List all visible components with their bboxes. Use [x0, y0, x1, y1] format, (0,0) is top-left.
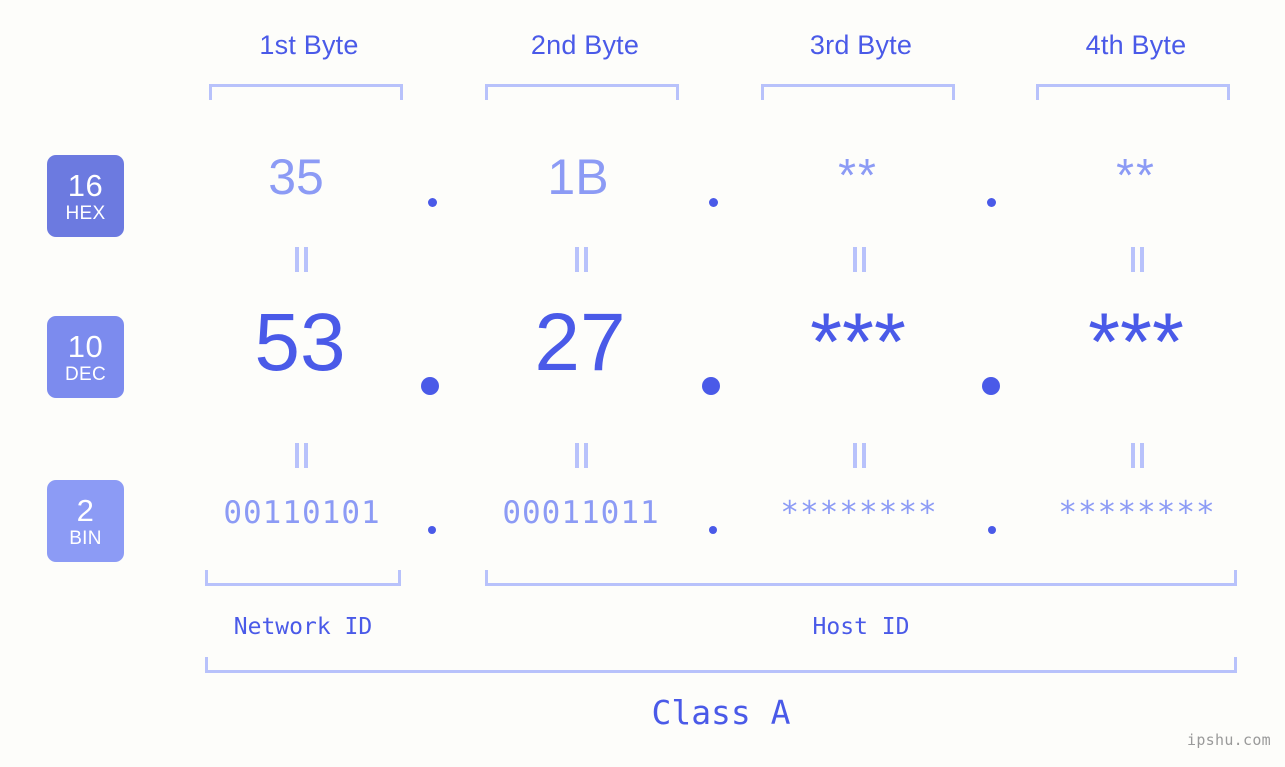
- base-badge-hex-name: HEX: [65, 202, 106, 224]
- base-badge-hex-number: 16: [67, 167, 104, 203]
- dec-separator-dot-3: [982, 377, 1000, 395]
- dec-value-byte-2: 27: [534, 297, 626, 388]
- equals-connector-hex-dec-1: [294, 247, 309, 272]
- hex-value-byte-4: **: [1116, 149, 1156, 201]
- base-badge-bin: 2 BIN: [47, 480, 124, 562]
- byte-bracket-1: [209, 84, 403, 100]
- dec-value-byte-4: ***: [1088, 297, 1184, 388]
- byte-bracket-2: [485, 84, 679, 100]
- base-badge-dec: 10 DEC: [47, 316, 124, 398]
- host-id-label: Host ID: [812, 614, 910, 640]
- hex-value-byte-2: 1B: [547, 149, 609, 205]
- hex-separator-dot-3: [987, 198, 996, 207]
- hex-separator-dot-1: [428, 198, 437, 207]
- dec-value-byte-1: 53: [254, 297, 346, 388]
- hex-separator-dot-2: [709, 198, 718, 207]
- network-id-bracket: [205, 570, 401, 586]
- class-label: Class A: [651, 693, 791, 732]
- equals-connector-dec-bin-4: [1130, 443, 1145, 468]
- equals-connector-dec-bin-1: [294, 443, 309, 468]
- bin-value-byte-2: 00011011: [502, 495, 660, 531]
- equals-connector-dec-bin-3: [852, 443, 867, 468]
- equals-connector-hex-dec-2: [574, 247, 589, 272]
- bin-value-byte-4: ********: [1058, 495, 1216, 531]
- byte-header-1: 1st Byte: [259, 30, 359, 60]
- host-id-bracket: [485, 570, 1237, 586]
- network-id-label: Network ID: [233, 614, 373, 640]
- byte-header-3: 3rd Byte: [809, 30, 913, 60]
- equals-connector-hex-dec-4: [1130, 247, 1145, 272]
- byte-header-4: 4th Byte: [1085, 30, 1187, 60]
- base-badge-bin-name: BIN: [69, 527, 102, 549]
- dec-separator-dot-1: [421, 377, 439, 395]
- bin-separator-dot-3: [988, 526, 996, 534]
- base-badge-bin-number: 2: [76, 492, 95, 528]
- bin-separator-dot-2: [709, 526, 717, 534]
- class-bracket: [205, 657, 1237, 673]
- equals-connector-hex-dec-3: [852, 247, 867, 272]
- hex-value-byte-1: 35: [268, 149, 324, 205]
- dec-separator-dot-2: [702, 377, 720, 395]
- dec-value-byte-3: ***: [810, 297, 906, 388]
- site-watermark: ipshu.com: [1187, 731, 1271, 749]
- byte-bracket-4: [1036, 84, 1230, 100]
- equals-connector-dec-bin-2: [574, 443, 589, 468]
- hex-value-byte-3: **: [838, 149, 878, 201]
- base-badge-hex: 16 HEX: [47, 155, 124, 237]
- byte-header-2: 2nd Byte: [530, 30, 640, 60]
- bin-value-byte-3: ********: [780, 495, 938, 531]
- byte-bracket-3: [761, 84, 955, 100]
- bin-separator-dot-1: [428, 526, 436, 534]
- ip-breakdown-diagram: 1st Byte 2nd Byte 3rd Byte 4th Byte 16 H…: [0, 0, 1285, 767]
- base-badge-dec-number: 10: [67, 328, 104, 364]
- bin-value-byte-1: 00110101: [223, 495, 381, 531]
- base-badge-dec-name: DEC: [64, 363, 106, 385]
